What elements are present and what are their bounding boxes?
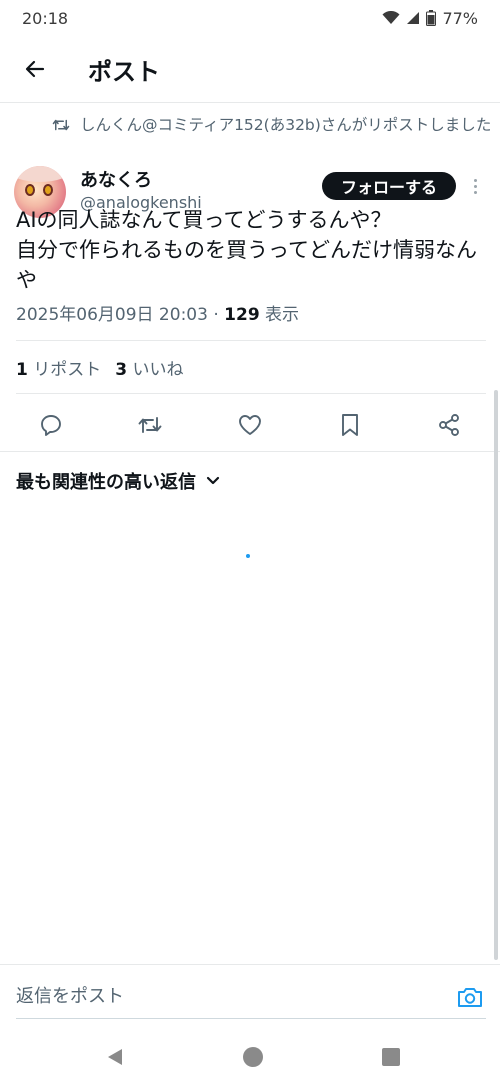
post-meta: 2025年06月09日 20:03 · 129 表示 <box>16 300 299 325</box>
likes-label: いいね <box>127 360 184 380</box>
header-divider <box>0 102 500 103</box>
more-dot-icon <box>473 178 477 182</box>
reposts-label: リポスト <box>27 360 102 380</box>
more-dot-icon <box>473 190 477 194</box>
reposts-count: 1 <box>16 360 28 380</box>
bookmark-button[interactable] <box>335 410 365 440</box>
battery-percent: 77% <box>442 8 478 28</box>
loading-spinner <box>246 554 250 558</box>
header: ポスト <box>0 36 500 102</box>
likes-stat[interactable]: 3 いいね <box>115 355 183 380</box>
meta-divider <box>16 340 486 341</box>
status-bar: 20:18 77% <box>0 0 500 36</box>
reply-underline <box>16 1018 486 1019</box>
views-count: 129 <box>224 305 260 325</box>
square-recents-icon <box>382 1048 400 1066</box>
share-icon <box>439 414 459 436</box>
author-name[interactable]: あなくろ <box>80 166 152 192</box>
chevron-down-icon <box>206 476 220 485</box>
post-detail-screen: 20:18 77% ポスト しんくん@コミティア152(あ32b)さんがリポスト… <box>0 0 500 1084</box>
camera-button[interactable] <box>456 983 484 1011</box>
nav-home-button[interactable] <box>240 1044 266 1070</box>
nav-recents-button[interactable] <box>378 1044 404 1070</box>
status-icons: 77% <box>382 9 478 28</box>
reply-input[interactable] <box>16 981 436 1011</box>
back-button[interactable] <box>16 50 54 88</box>
post-text: AIの同人誌なんて買ってどうするんや？ 自分で作られるものを買うってどんだけ情弱… <box>16 208 477 292</box>
status-time: 20:18 <box>22 8 69 28</box>
speech-bubble-icon <box>41 415 61 436</box>
share-button[interactable] <box>434 410 464 440</box>
stats-divider <box>16 393 486 394</box>
wifi-icon <box>382 11 400 24</box>
actions-divider <box>0 451 500 452</box>
views-label: 表示 <box>259 305 300 325</box>
avatar-hair <box>14 166 66 182</box>
more-options-button[interactable] <box>466 174 484 198</box>
circle-home-icon <box>243 1047 263 1067</box>
follow-button[interactable]: フォローする <box>322 172 456 200</box>
post-timestamp[interactable]: 2025年06月09日 20:03 <box>16 305 208 325</box>
page-title: ポスト <box>88 58 160 86</box>
scrollbar[interactable] <box>494 390 498 960</box>
arrow-left-icon <box>25 60 45 78</box>
cell-signal-icon <box>407 12 420 24</box>
likes-count: 3 <box>115 360 128 380</box>
reply-button[interactable] <box>36 410 66 440</box>
battery-icon <box>426 10 437 26</box>
repost-notice-text: しんくん@コミティア152(あ32b)さんがリポストしました <box>80 116 492 134</box>
bookmark-icon <box>342 414 358 436</box>
reply-sort-label: 最も関連性の高い返信 <box>16 472 196 493</box>
triangle-back-icon <box>108 1049 122 1065</box>
repost-notice[interactable]: しんくん@コミティア152(あ32b)さんがリポストしました <box>52 114 492 137</box>
post-stats: 1 リポスト 3 いいね <box>16 355 184 380</box>
reply-sort-selector[interactable]: 最も関連性の高い返信 <box>16 468 220 494</box>
reposts-stat[interactable]: 1 リポスト <box>16 355 101 380</box>
camera-icon <box>458 988 482 1007</box>
more-dot-icon <box>473 184 477 188</box>
system-nav-bar <box>0 1030 500 1084</box>
heart-icon <box>239 415 261 435</box>
repost-icon <box>138 417 162 433</box>
like-button[interactable] <box>235 410 265 440</box>
repost-button[interactable] <box>135 410 165 440</box>
avatar-eye <box>43 184 53 196</box>
reply-composer <box>0 964 500 1024</box>
action-bar <box>0 400 500 448</box>
meta-separator: · <box>207 305 225 325</box>
nav-back-button[interactable] <box>102 1044 128 1070</box>
avatar-eye <box>25 184 35 196</box>
repost-icon <box>52 119 70 131</box>
